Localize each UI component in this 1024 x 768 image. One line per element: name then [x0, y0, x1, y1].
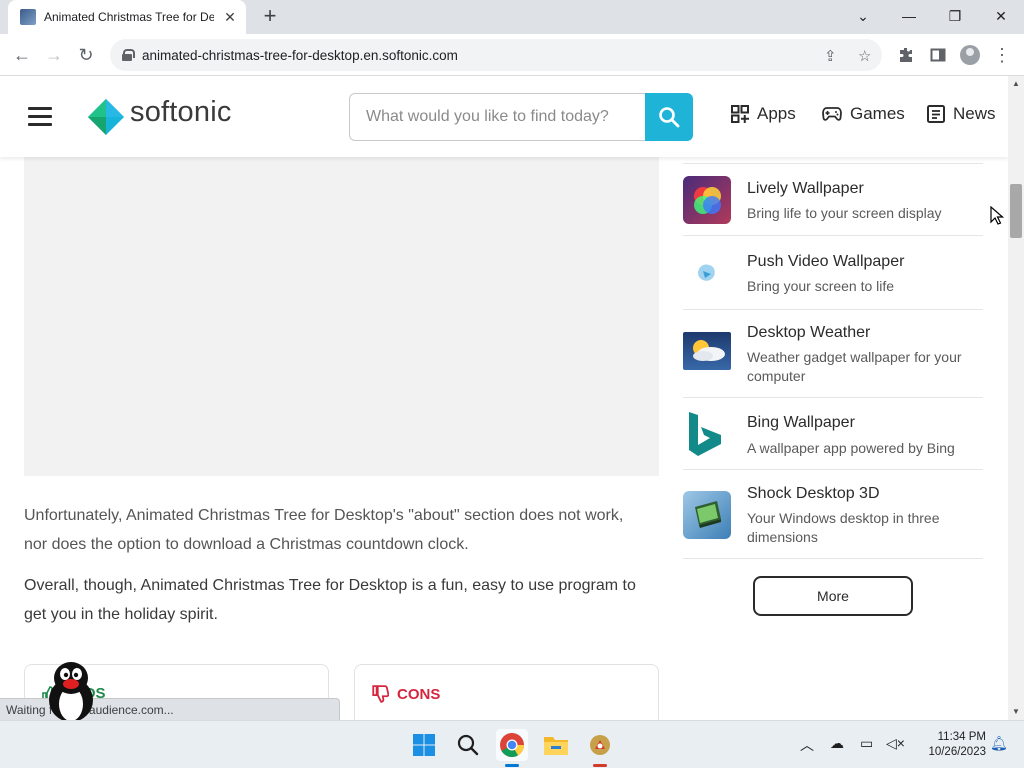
app-taskbar-icon[interactable]	[584, 729, 616, 767]
news-icon	[927, 105, 945, 123]
sidebar-item-desc: A wallpaper app powered by Bing	[747, 440, 955, 456]
sidebar-item-name[interactable]: Shock Desktop 3D	[747, 485, 880, 503]
nav-games[interactable]: Games	[822, 104, 905, 124]
more-button[interactable]: More	[753, 576, 913, 616]
nav-apps-label: Apps	[757, 104, 796, 123]
sidebar-item-desc: Weather gadget wallpaper for your comput…	[747, 349, 962, 384]
clock-date: 10/26/2023	[928, 746, 986, 758]
gamepad-icon	[822, 107, 842, 121]
forward-button[interactable]: →	[42, 43, 66, 67]
shock-desktop-icon	[683, 491, 731, 539]
scroll-up-arrow-icon[interactable]: ▲	[1008, 76, 1024, 92]
nav-apps[interactable]: Apps	[731, 104, 796, 124]
push-video-wallpaper-icon	[683, 249, 731, 297]
window-controls: ⌄ — ❐ ✕	[840, 0, 1024, 32]
sidebar-item-shock-desktop-3d[interactable]: Shock Desktop 3D Your Windows desktop in…	[683, 471, 983, 559]
apps-grid-icon	[731, 105, 749, 123]
tab-title: Animated Christmas Tree for De	[44, 10, 214, 24]
sidebar-item-name[interactable]: Bing Wallpaper	[747, 414, 855, 432]
tray-chevron-icon[interactable]: ︿	[800, 735, 814, 755]
page-viewport: softonic Apps Gam	[0, 76, 1008, 720]
search-button[interactable]	[645, 93, 693, 141]
media-placeholder	[24, 157, 659, 476]
thumbs-down-icon	[372, 685, 389, 703]
nav-news[interactable]: News	[927, 104, 996, 124]
browser-tab-bar: Animated Christmas Tree for De ✕ + ⌄ — ❐…	[0, 0, 1024, 34]
article-paragraph-2: Overall, though, Animated Christmas Tree…	[24, 577, 636, 623]
back-button[interactable]: ←	[10, 43, 34, 67]
hamburger-menu-icon[interactable]	[28, 107, 52, 126]
taskbar-search-icon[interactable]	[452, 729, 484, 761]
windows-start-icon[interactable]	[408, 729, 440, 761]
article-paragraph-1: Unfortunately, Animated Christmas Tree f…	[24, 507, 624, 553]
penguin-mascot-icon	[49, 662, 93, 720]
side-panel-icon[interactable]	[926, 43, 950, 67]
profile-icon[interactable]	[958, 43, 982, 67]
notification-bell-icon[interactable]: 🔔︎	[990, 735, 1008, 752]
sidebar-item-name[interactable]: Lively Wallpaper	[747, 180, 864, 198]
share-icon[interactable]: ⇪	[824, 47, 837, 65]
sidebar-item-lively-wallpaper[interactable]: Lively Wallpaper Bring life to your scre…	[683, 164, 983, 236]
favicon-icon	[20, 9, 36, 25]
menu-kebab-icon[interactable]: ⋮	[990, 43, 1014, 67]
cons-card: CONS	[354, 664, 659, 720]
minimize-button[interactable]: —	[886, 0, 932, 32]
windows-taskbar: ︿ ☁ ▭ ◁× 11:34 PM 10/26/2023 🔔︎	[0, 720, 1024, 768]
cons-title: CONS	[371, 685, 440, 703]
file-explorer-icon[interactable]	[540, 729, 572, 761]
volume-mute-icon[interactable]: ◁×	[886, 735, 905, 752]
taskbar-clock[interactable]: 11:34 PM 10/26/2023	[916, 730, 986, 760]
clock-time: 11:34 PM	[937, 731, 986, 743]
browser-tab[interactable]: Animated Christmas Tree for De ✕	[8, 0, 246, 34]
cons-label: CONS	[397, 685, 441, 703]
close-tab-icon[interactable]: ✕	[222, 9, 238, 26]
sidebar-item-desc: Your Windows desktop in three dimensions	[747, 510, 940, 545]
sidebar-item-desc: Bring life to your screen display	[747, 205, 942, 221]
sidebar-item-desc: Bring your screen to life	[747, 278, 895, 294]
site-logo-text[interactable]: softonic	[130, 96, 232, 129]
bing-icon	[683, 410, 731, 458]
sidebar-item-name[interactable]: Desktop Weather	[747, 324, 870, 342]
mouse-cursor-icon	[990, 206, 1004, 225]
onedrive-icon[interactable]: ☁	[830, 735, 844, 752]
address-bar[interactable]: animated-christmas-tree-for-desktop.en.s…	[110, 39, 882, 71]
url-text: animated-christmas-tree-for-desktop.en.s…	[142, 47, 458, 63]
site-search-input[interactable]	[349, 93, 646, 141]
nav-games-label: Games	[850, 104, 905, 123]
sidebar-item-push-video-wallpaper[interactable]: Push Video Wallpaper Bring your screen t…	[683, 237, 983, 310]
tab-search-icon[interactable]: ⌄	[840, 0, 886, 32]
reload-button[interactable]: ↻	[74, 43, 98, 67]
new-tab-button[interactable]: +	[258, 5, 282, 29]
scrollbar-thumb[interactable]	[1010, 184, 1022, 238]
bookmark-star-icon[interactable]: ☆	[858, 47, 871, 65]
extensions-icon[interactable]	[894, 43, 918, 67]
network-icon[interactable]: ▭	[860, 735, 873, 752]
sidebar-item-desktop-weather[interactable]: Desktop Weather Weather gadget wallpaper…	[683, 310, 983, 398]
lock-icon[interactable]	[122, 49, 135, 61]
search-icon	[659, 107, 680, 128]
sidebar-item-name[interactable]: Push Video Wallpaper	[747, 253, 904, 271]
site-header: softonic Apps Gam	[0, 76, 1008, 157]
sidebar-item-bing-wallpaper[interactable]: Bing Wallpaper A wallpaper app powered b…	[683, 398, 983, 470]
lively-wallpaper-icon	[683, 176, 731, 224]
close-window-button[interactable]: ✕	[978, 0, 1024, 32]
scroll-down-arrow-icon[interactable]: ▼	[1008, 704, 1024, 720]
page-scrollbar[interactable]: ▲ ▼	[1008, 76, 1024, 720]
browser-toolbar: ← → ↻ animated-christmas-tree-for-deskto…	[0, 34, 1024, 76]
chrome-taskbar-icon[interactable]	[496, 729, 528, 767]
nav-news-label: News	[953, 104, 996, 123]
restore-button[interactable]: ❐	[932, 0, 978, 32]
softonic-logo-icon[interactable]	[86, 97, 126, 137]
desktop-weather-icon	[683, 332, 731, 370]
